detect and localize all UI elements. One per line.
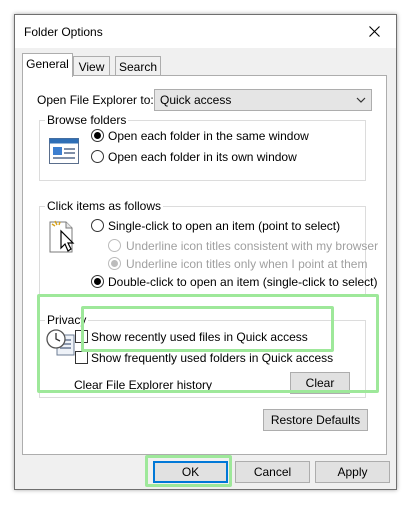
cancel-label: Cancel [253, 465, 292, 479]
ok-highlight [145, 455, 232, 487]
click-items-group: Click items as follows Single-click to o… [39, 199, 378, 297]
radio-single-click[interactable] [91, 219, 104, 232]
own-window-label: Open each folder in its own window [108, 150, 297, 164]
restore-defaults-button[interactable]: Restore Defaults [263, 409, 368, 431]
pointer-icon [49, 220, 75, 253]
checkboxes-highlight [81, 306, 334, 352]
general-tab-panel: Open File Explorer to: Quick access Brow… [22, 75, 387, 455]
title-bar: Folder Options [15, 15, 396, 48]
tab-view[interactable]: View [73, 56, 110, 77]
click-items-legend: Click items as follows [45, 199, 164, 213]
open-explorer-value: Quick access [160, 93, 232, 107]
window-title: Folder Options [24, 25, 103, 39]
apply-label: Apply [337, 465, 368, 479]
single-click-label: Single-click to open an item (point to s… [108, 219, 341, 233]
radio-underline-point[interactable] [108, 257, 121, 270]
chevron-down-icon [356, 97, 366, 103]
browse-folders-group: Browse folders Open each folder in the s… [39, 113, 366, 181]
folder-options-dialog: Folder Options General View Search Open … [14, 14, 397, 490]
close-icon [368, 26, 380, 37]
tab-general-label: General [26, 57, 69, 71]
tab-view-label: View [78, 60, 105, 74]
restore-defaults-label: Restore Defaults [270, 413, 361, 427]
tab-search[interactable]: Search [115, 56, 161, 77]
underline-consistent-label: Underline icon titles consistent with my… [126, 239, 379, 253]
browse-folders-icon [49, 138, 79, 164]
radio-double-click[interactable] [91, 275, 104, 288]
tab-search-label: Search [118, 60, 158, 74]
open-explorer-label: Open File Explorer to: [37, 93, 154, 107]
tab-general[interactable]: General [22, 53, 73, 77]
radio-same-window[interactable] [91, 129, 104, 142]
close-button[interactable] [352, 15, 396, 48]
browse-folders-legend: Browse folders [45, 113, 129, 127]
radio-underline-consistent[interactable] [108, 239, 121, 252]
open-explorer-dropdown[interactable]: Quick access [154, 89, 372, 111]
cancel-button[interactable]: Cancel [235, 461, 310, 483]
apply-button[interactable]: Apply [315, 461, 390, 483]
same-window-label: Open each folder in the same window [108, 129, 309, 143]
radio-own-window[interactable] [91, 150, 104, 163]
underline-point-label: Underline icon titles only when I point … [126, 257, 368, 271]
double-click-label: Double-click to open an item (single-cli… [108, 275, 378, 289]
